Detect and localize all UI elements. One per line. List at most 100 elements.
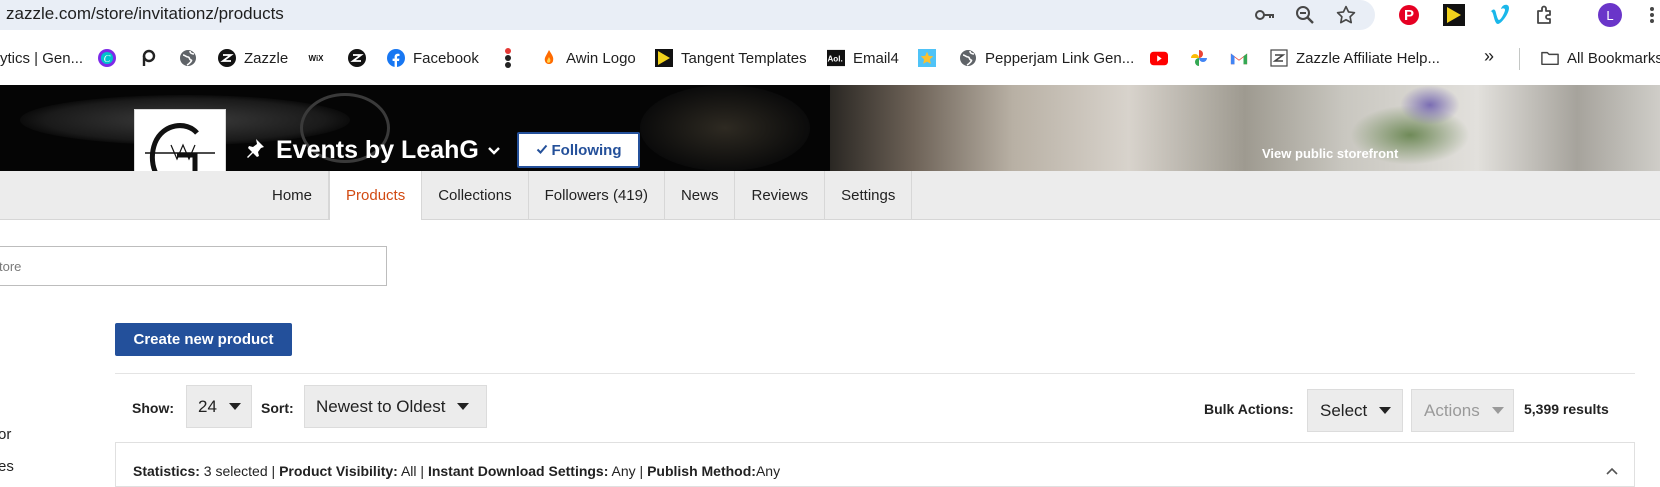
bookmark-zazzle-2[interactable] xyxy=(348,47,374,69)
tab-reviews[interactable]: Reviews xyxy=(735,171,826,220)
divider xyxy=(115,373,1635,374)
zazzle-icon xyxy=(348,49,366,67)
bookmark-traffic[interactable] xyxy=(499,47,525,69)
star-icon[interactable] xyxy=(1334,3,1358,27)
vimeo-icon[interactable] xyxy=(1487,3,1511,27)
zoom-icon[interactable] xyxy=(1293,3,1317,27)
bulk-select-value: Select xyxy=(1320,400,1368,420)
show-label: Show: xyxy=(132,400,174,416)
bookmark-zazzle[interactable]: Zazzle xyxy=(218,47,288,69)
browser-toolbar: zazzle.com/store/invitationz/products P … xyxy=(0,0,1660,30)
tab-news[interactable]: News xyxy=(665,171,736,220)
bookmark-tangent[interactable]: Tangent Templates xyxy=(655,47,807,69)
extensions-icon[interactable] xyxy=(1533,3,1557,27)
caret-down-icon xyxy=(1379,407,1392,414)
show-count-value: 24 xyxy=(198,396,217,416)
svg-text:Aol.: Aol. xyxy=(827,55,842,64)
tangent-extension-icon[interactable] xyxy=(1442,3,1466,27)
statistics-value: 3 selected xyxy=(199,463,268,479)
bookmark-star[interactable] xyxy=(918,47,944,69)
bookmark-label: Tangent Templates xyxy=(681,49,807,67)
chevron-up-icon[interactable] xyxy=(1605,463,1619,481)
bookmark-label: All Bookmarks xyxy=(1567,49,1660,67)
store-tab-bar: Home Products Collections Followers (419… xyxy=(0,171,1660,220)
chevron-down-icon[interactable] xyxy=(487,143,501,161)
separator: | xyxy=(635,463,648,479)
tangent-icon xyxy=(655,49,673,67)
tab-home[interactable]: Home xyxy=(256,171,330,220)
sidebar-link[interactable]: es xyxy=(0,458,14,475)
bookmark-label: Zazzle Affiliate Help... xyxy=(1296,49,1440,67)
bookmark-wix[interactable]: WiX xyxy=(307,47,333,69)
globe-icon xyxy=(959,49,977,67)
separator: | xyxy=(416,463,428,479)
address-bar[interactable]: zazzle.com/store/invitationz/products xyxy=(0,0,1375,30)
banner-artwork xyxy=(640,85,810,171)
gmail-icon xyxy=(1230,49,1248,67)
svg-text:L: L xyxy=(1606,8,1613,23)
bookmark-canva[interactable]: C xyxy=(98,47,124,69)
banner-artwork xyxy=(1400,85,1460,125)
statistics-label: Statistics: xyxy=(133,463,200,479)
profile-avatar[interactable]: L xyxy=(1598,3,1622,27)
store-title: Events by LeahG xyxy=(276,135,479,164)
bookmark-gmail[interactable] xyxy=(1230,47,1256,69)
bookmark-picsart[interactable] xyxy=(139,47,165,69)
bookmark-awin[interactable]: Awin Logo xyxy=(540,47,636,69)
sort-label: Sort: xyxy=(261,400,294,416)
pin-icon xyxy=(244,137,266,164)
check-icon xyxy=(536,142,548,159)
tab-settings[interactable]: Settings xyxy=(825,171,913,220)
url-text[interactable]: zazzle.com/store/invitationz/products xyxy=(6,4,284,24)
sort-value: Newest to Oldest xyxy=(316,396,446,416)
publish-label: Publish Method: xyxy=(647,463,756,479)
bulk-select-dropdown[interactable]: Select xyxy=(1307,389,1403,432)
photos-icon xyxy=(1190,49,1208,67)
store-search-box[interactable] xyxy=(0,246,387,286)
bookmarks-divider xyxy=(1519,48,1520,70)
bookmark-email4[interactable]: Aol. Email4 xyxy=(827,47,899,69)
view-public-storefront-link[interactable]: View public storefront xyxy=(1262,146,1398,161)
download-label: Instant Download Settings: xyxy=(427,463,609,479)
bookmark-photos[interactable] xyxy=(1190,47,1216,69)
zazzle-help-icon xyxy=(1270,49,1288,67)
bookmark-label: Facebook xyxy=(413,49,479,67)
globe-icon xyxy=(179,49,197,67)
aol-icon: Aol. xyxy=(827,49,845,67)
facebook-icon xyxy=(387,49,405,67)
bulk-actions-value: Actions xyxy=(1424,400,1480,420)
all-bookmarks-folder[interactable]: All Bookmarks xyxy=(1541,47,1660,69)
following-label: Following xyxy=(551,141,622,159)
bookmark-label: ytics | Gen... xyxy=(0,49,84,67)
bookmarks-overflow-button[interactable]: » xyxy=(1484,45,1494,67)
show-count-dropdown[interactable]: 24 xyxy=(186,385,252,428)
youtube-icon xyxy=(1150,49,1168,67)
bookmark-youtube[interactable] xyxy=(1150,47,1176,69)
sidebar-link[interactable]: or xyxy=(0,426,11,443)
bookmark-zazzle-help[interactable]: Zazzle Affiliate Help... xyxy=(1270,47,1440,69)
key-icon[interactable] xyxy=(1252,3,1276,27)
canva-icon: C xyxy=(98,49,116,67)
folder-icon xyxy=(1541,49,1559,67)
more-icon[interactable] xyxy=(1640,3,1660,27)
tab-followers[interactable]: Followers (419) xyxy=(529,171,665,220)
tab-collections[interactable]: Collections xyxy=(422,171,529,220)
pinterest-icon[interactable]: P xyxy=(1397,3,1421,27)
following-button[interactable]: Following xyxy=(517,132,640,168)
bookmark-analytics[interactable]: ytics | Gen... xyxy=(0,47,83,69)
bookmark-globe[interactable] xyxy=(179,47,205,69)
store-search-input[interactable] xyxy=(0,247,386,285)
store-tabs: Home Products Collections Followers (419… xyxy=(256,171,913,220)
bookmark-pepperjam[interactable]: Pepperjam Link Gen... xyxy=(959,47,1134,69)
filter-summary-text: Statistics: 3 selected | Product Visibil… xyxy=(133,463,780,479)
bookmarks-bar: ytics | Gen... C Zazzle WiX Facebook Awi… xyxy=(0,30,1660,85)
filter-summary-bar[interactable]: Statistics: 3 selected | Product Visibil… xyxy=(115,442,1635,487)
bulk-actions-label: Bulk Actions: xyxy=(1204,401,1294,417)
caret-down-icon xyxy=(457,403,470,410)
bookmark-facebook[interactable]: Facebook xyxy=(387,47,479,69)
create-new-product-button[interactable]: Create new product xyxy=(115,323,292,356)
tab-products[interactable]: Products xyxy=(329,171,423,220)
sort-dropdown[interactable]: Newest to Oldest xyxy=(304,385,487,428)
bulk-actions-dropdown[interactable]: Actions xyxy=(1411,389,1514,432)
store-title-group[interactable]: Events by LeahG xyxy=(244,134,501,166)
